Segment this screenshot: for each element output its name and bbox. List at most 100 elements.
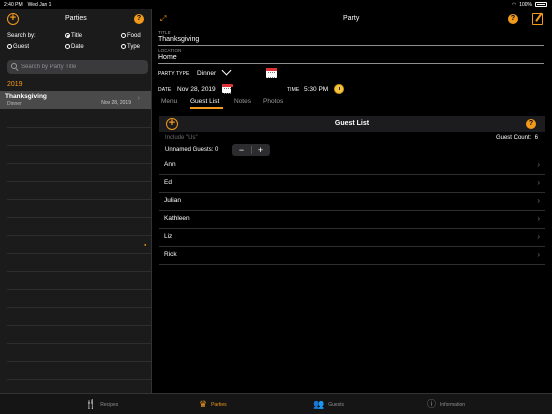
location-field-underline	[158, 63, 544, 64]
chevron-down-icon[interactable]	[221, 65, 232, 76]
guest-name: Ed	[164, 179, 172, 186]
party-detail-pane: ⤢ Party ? TITLE Thanksgiving LOCATION Ho…	[152, 9, 552, 393]
party-row[interactable]: Thanksgiving Dinner Nov 28, 2019 ›	[0, 91, 151, 109]
calendar-icon[interactable]	[222, 84, 233, 94]
chevron-right-icon: ›	[537, 250, 540, 259]
add-party-button[interactable]: +	[7, 13, 19, 25]
tab-bar-guests[interactable]: 👥 Guests	[313, 394, 344, 414]
guest-count: Guest Count: 6	[496, 135, 538, 141]
party-type-value[interactable]: Dinner	[197, 70, 216, 77]
radio-food[interactable]: Food	[121, 33, 141, 39]
help-button[interactable]: ?	[134, 14, 144, 24]
radio-icon	[121, 33, 126, 38]
tab-bar-recipes[interactable]: 🍴 Recipes	[85, 394, 118, 414]
radio-title[interactable]: Title	[65, 33, 82, 39]
location-field-label: LOCATION	[158, 48, 182, 53]
chevron-right-icon: ›	[537, 214, 540, 223]
empty-row-divider	[7, 235, 151, 236]
empty-row-divider	[7, 289, 151, 290]
search-icon	[11, 63, 17, 69]
left-nav-bar: + Parties ?	[0, 9, 151, 29]
guest-name: Kathleen	[164, 215, 190, 222]
empty-row-divider	[7, 127, 151, 128]
empty-row-divider	[7, 199, 151, 200]
tab-bar-information[interactable]: ⓘ Information	[427, 394, 465, 414]
unnamed-guests-stepper: − +	[232, 144, 270, 156]
tab-bar-label: Guests	[328, 401, 345, 408]
party-row-date: Nov 28, 2019	[101, 100, 131, 106]
empty-row-divider	[7, 307, 151, 308]
tab-menu[interactable]: Menu	[161, 98, 177, 105]
tab-bar-parties[interactable]: ♛ Parties	[199, 394, 227, 414]
help-button[interactable]: ?	[508, 14, 518, 24]
party-row-type: Dinner	[7, 101, 22, 107]
right-nav-title: Party	[343, 15, 360, 22]
year-section-header: 2019	[7, 81, 23, 88]
guest-list-header: + Guest List ?	[159, 116, 545, 132]
radio-date[interactable]: Date	[65, 44, 84, 50]
tab-notes[interactable]: Notes	[234, 98, 251, 105]
tab-bar-label: Recipes	[100, 401, 119, 408]
expand-icon[interactable]: ⤢	[160, 14, 169, 23]
search-input[interactable]	[21, 60, 145, 74]
party-row-title: Thanksgiving	[5, 93, 47, 100]
chevron-right-icon: ›	[537, 160, 540, 169]
radio-type[interactable]: Type	[121, 44, 140, 50]
guest-help-button[interactable]: ?	[526, 119, 536, 129]
chevron-right-icon: ›	[537, 196, 540, 205]
chevron-right-icon: ›	[137, 95, 140, 102]
guest-name: Liz	[164, 233, 173, 240]
status-time: 2:40 PM	[4, 1, 23, 8]
fork-knife-icon: 🍴	[85, 399, 97, 409]
empty-row-divider	[7, 361, 151, 362]
scroll-indicator: ●	[144, 242, 147, 247]
radio-guest[interactable]: Guest	[7, 44, 29, 50]
time-value[interactable]: 5:30 PM	[304, 86, 328, 93]
guest-row[interactable]: Julian ›	[159, 193, 545, 211]
guest-count-label: Guest Count:	[495, 135, 532, 141]
left-nav-title: Parties	[65, 15, 87, 22]
tab-bar-label: Information	[440, 401, 466, 408]
unnamed-guests-label: Unnamed Guests: 0	[165, 147, 219, 153]
tab-photos[interactable]: Photos	[263, 98, 283, 105]
increment-button[interactable]: +	[251, 144, 270, 156]
guest-list-title: Guest List	[334, 120, 370, 127]
tab-guest-list[interactable]: Guest List	[190, 98, 219, 105]
edit-notes-icon[interactable]	[532, 13, 543, 25]
active-tab-indicator	[190, 107, 223, 109]
calendar-add-icon[interactable]	[266, 68, 277, 78]
include-us-field[interactable]: Include "Us"	[165, 135, 198, 141]
empty-row-divider	[7, 217, 151, 218]
guest-row[interactable]: Rick ›	[159, 247, 545, 265]
time-label: TIME	[287, 87, 300, 93]
battery-percent: 100%	[519, 1, 532, 8]
search-by-label: Search by:	[7, 33, 36, 39]
info-icon: ⓘ	[427, 399, 437, 409]
search-bar[interactable]	[7, 60, 148, 74]
date-value[interactable]: Nov 28, 2019	[177, 86, 216, 93]
guest-count-value: 6	[534, 135, 538, 141]
party-type-label: PARTY TYPE	[158, 71, 190, 77]
chevron-right-icon: ›	[537, 178, 540, 187]
radio-icon	[65, 33, 70, 38]
people-icon: 👥	[313, 399, 325, 409]
guest-row[interactable]: Ed ›	[159, 175, 545, 193]
guest-name: Rick	[164, 251, 177, 258]
location-field[interactable]: Home	[158, 54, 177, 61]
decrement-button[interactable]: −	[232, 144, 251, 156]
empty-row-divider	[7, 181, 151, 182]
empty-row-divider	[7, 163, 151, 164]
status-date: Wed Jan 1	[27, 1, 52, 8]
party-icon: ♛	[199, 399, 208, 409]
guest-row[interactable]: Ann ›	[159, 157, 545, 175]
empty-row-divider	[7, 253, 151, 254]
clock-icon[interactable]	[334, 84, 344, 94]
guest-row[interactable]: Kathleen ›	[159, 211, 545, 229]
date-label: DATE	[158, 87, 172, 93]
tab-bar-label: Parties	[211, 401, 227, 408]
title-field-label: TITLE	[158, 30, 171, 35]
radio-icon	[7, 44, 12, 49]
guest-row[interactable]: Liz ›	[159, 229, 545, 247]
empty-row-divider	[7, 325, 151, 326]
title-field[interactable]: Thanksgiving	[158, 36, 199, 43]
